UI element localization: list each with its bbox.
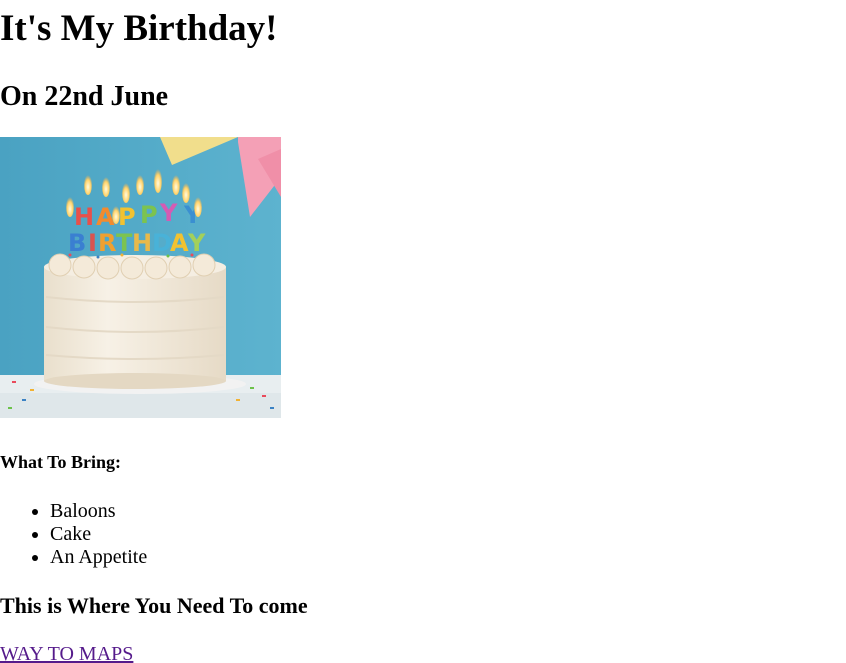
svg-text:H: H	[132, 229, 152, 257]
svg-text:P: P	[140, 201, 158, 229]
svg-text:H: H	[74, 203, 94, 231]
svg-text:Y: Y	[159, 199, 178, 227]
svg-text:Y: Y	[187, 229, 206, 257]
bring-list: Baloons Cake An Appetite	[0, 500, 147, 569]
birthday-cake-image: H A P P Y Y B I R T H D A Y	[0, 137, 281, 418]
svg-text:A: A	[170, 229, 189, 257]
date-heading: On 22nd June	[0, 81, 169, 112]
svg-text:T: T	[116, 229, 133, 257]
svg-text:P: P	[118, 203, 136, 231]
list-item: Cake	[50, 523, 147, 546]
maps-link[interactable]: WAY TO MAPS	[0, 643, 133, 663]
list-item: An Appetite	[50, 546, 147, 569]
location-heading: This is Where You Need To come	[0, 593, 308, 618]
page-title: It's My Birthday!	[0, 8, 278, 49]
svg-text:D: D	[152, 229, 172, 257]
svg-text:R: R	[98, 229, 116, 257]
list-item: Baloons	[50, 500, 147, 523]
svg-text:B: B	[68, 229, 86, 257]
svg-text:I: I	[88, 229, 97, 257]
page: It's My Birthday! On 22nd June H A P P Y…	[0, 0, 846, 663]
what-to-bring-heading: What To Bring:	[0, 452, 122, 472]
